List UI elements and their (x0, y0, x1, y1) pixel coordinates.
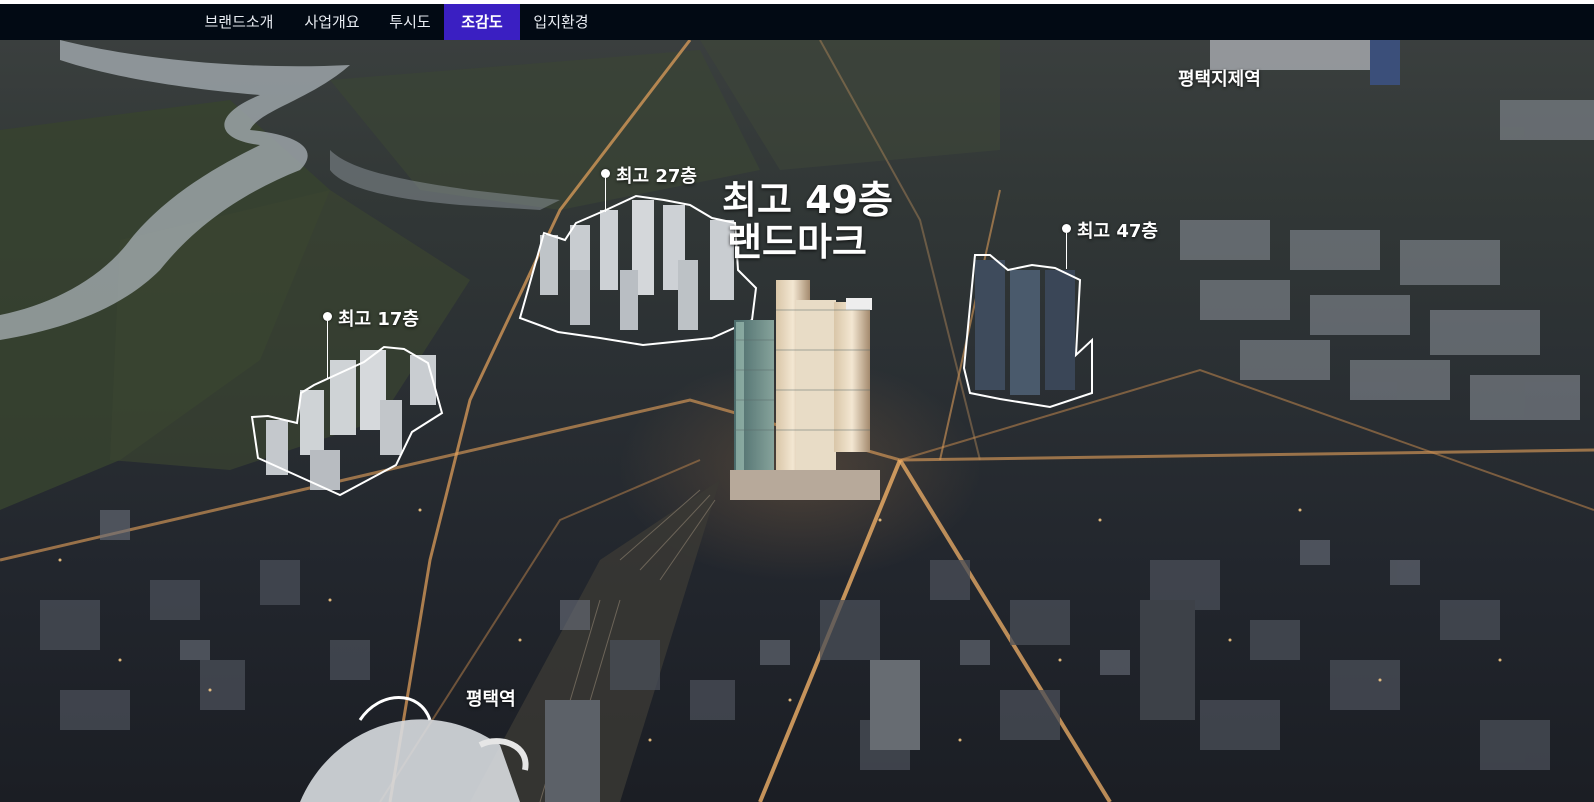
nav-brand-intro[interactable]: 브랜드소개 (196, 4, 282, 40)
nav-business-overview[interactable]: 사업개요 (290, 4, 374, 40)
top-navigation: 브랜드소개 사업개요 투시도 조감도 입지환경 (0, 4, 1594, 40)
complex-17-pin (323, 312, 332, 321)
landmark-height-title: 최고 49층 (722, 178, 893, 222)
complex-17-label: 최고 17층 (338, 309, 419, 330)
aerial-scene-graphic (0, 40, 1594, 802)
complex-27-pin-line (605, 178, 606, 212)
complex-17-pin-line (327, 321, 328, 379)
nav-birdseye-view[interactable]: 조감도 (444, 4, 520, 40)
complex-47-buildings (975, 260, 1075, 395)
landmark-title: 랜드마크 (727, 220, 867, 264)
complex-27-label: 최고 27층 (616, 166, 697, 187)
complex-47-pin (1062, 224, 1071, 233)
station-label-pyeongtaek-jije: 평택지제역 (1178, 69, 1261, 90)
nav-location[interactable]: 입지환경 (524, 4, 598, 40)
nav-perspective[interactable]: 투시도 (378, 4, 442, 40)
aerial-view-image: 최고 49층 랜드마크 최고 27층 최고 17층 최고 47층 평택지제역 평… (0, 40, 1594, 802)
station-label-pyeongtaek: 평택역 (466, 689, 516, 710)
complex-47-pin-line (1066, 233, 1067, 269)
complex-27-buildings (540, 200, 734, 330)
complex-27-pin (601, 169, 610, 178)
complex-47-label: 최고 47층 (1077, 221, 1158, 242)
